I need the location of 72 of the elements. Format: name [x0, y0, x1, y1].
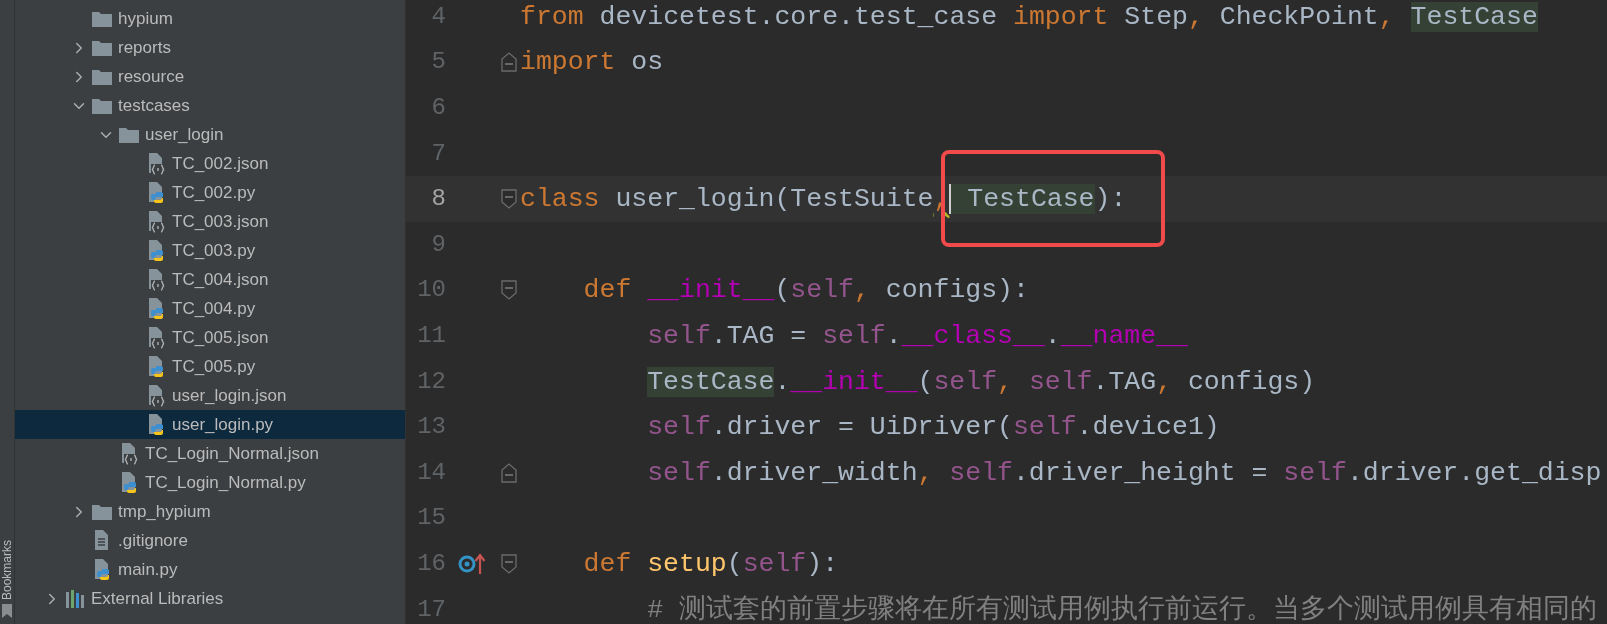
python-file-icon [146, 181, 166, 204]
json-file-icon [146, 384, 166, 407]
code-line: from devicetest.core.test_case import Step, CheckPoint, TestCase [520, 0, 1538, 34]
tree-item[interactable]: user_login.py [15, 410, 405, 439]
python-file-icon [119, 471, 139, 494]
python-file-icon [146, 413, 166, 436]
line-number: 16 [417, 549, 446, 577]
tree-item[interactable]: user_login.json [15, 381, 405, 410]
tree-item[interactable]: reports [15, 33, 405, 62]
tree-item[interactable]: main.py [15, 555, 405, 584]
line-number: 6 [431, 94, 446, 121]
code-line: import os [520, 46, 664, 80]
json-file-icon [146, 152, 166, 175]
tree-item[interactable]: TC_003.py [15, 236, 405, 265]
folder-icon [92, 503, 112, 520]
line-number: 17 [417, 595, 446, 623]
fold-marker-icon[interactable] [501, 553, 517, 574]
line-number: 11 [417, 321, 446, 349]
tree-item[interactable]: tmp_hypium [15, 497, 405, 526]
line-number: 5 [431, 48, 446, 76]
tree-item[interactable]: resource [15, 62, 405, 91]
tree-item[interactable]: .gitignore [15, 526, 405, 555]
tree-item[interactable]: External Libraries [15, 584, 405, 613]
fold-marker-icon[interactable] [501, 280, 517, 301]
line-number: 14 [417, 458, 446, 486]
tree-item[interactable]: TC_002.json [15, 149, 405, 178]
tree-item[interactable]: TC_005.json [15, 323, 405, 352]
tree-item[interactable]: TC_004.py [15, 294, 405, 323]
json-file-icon [119, 442, 139, 465]
python-file-icon [92, 558, 112, 581]
json-file-icon [146, 210, 166, 233]
code-line: self.TAG = self.__class__.__name__ [646, 319, 1188, 353]
line-number: 13 [417, 413, 446, 441]
tree-item[interactable]: TC_005.py [15, 352, 405, 381]
line-number: 15 [417, 504, 446, 532]
folder-icon [92, 97, 112, 114]
tree-item[interactable]: TC_Login_Normal.py [15, 468, 405, 497]
tree-item[interactable]: TC_003.json [15, 207, 405, 236]
line-number: 10 [417, 276, 446, 304]
folder-icon [92, 68, 112, 85]
tree-item[interactable]: TC_004.json [15, 265, 405, 294]
bookmark-icon [2, 604, 12, 618]
python-file-icon [146, 297, 166, 320]
fold-marker-icon[interactable] [501, 52, 517, 73]
tree-item[interactable]: user_login [15, 120, 405, 149]
line-number: 4 [431, 2, 446, 30]
code-line: self.driver_width, self.driver_height = self.driver.get_disp [646, 456, 1602, 490]
code-line: self.driver = UiDriver(self.device1) [646, 411, 1220, 445]
python-file-icon [146, 355, 166, 378]
folder-icon [92, 39, 112, 56]
code-line: def __init__(self, configs): [582, 274, 1029, 308]
json-file-icon [146, 268, 166, 291]
bookmarks-tab[interactable]: Bookmarks [1, 539, 13, 600]
override-marker-icon[interactable] [458, 552, 486, 575]
tree-item[interactable]: hypium [15, 4, 405, 33]
line-number: 8 [431, 185, 446, 213]
code-line: def setup(self): [582, 547, 839, 581]
library-icon [65, 589, 85, 608]
folder-icon [92, 10, 112, 27]
line-number: 7 [431, 139, 446, 167]
fold-marker-icon[interactable] [501, 462, 517, 483]
line-number: 9 [431, 230, 446, 258]
python-file-icon [146, 239, 166, 262]
tree-item[interactable]: TC_Login_Normal.json [15, 439, 405, 468]
folder-icon [119, 126, 139, 143]
tree-item[interactable]: testcases [15, 91, 405, 120]
code-line: TestCase.__init__(self, self.TAG, configs) [646, 365, 1316, 399]
code-line: # 测试套的前置步骤将在所有测试用例执行前运行。当多个测试用例具有相同的 [646, 593, 1597, 624]
line-number: 12 [417, 367, 446, 395]
tree-item[interactable]: TC_002.py [15, 178, 405, 207]
json-file-icon [146, 326, 166, 349]
fold-marker-icon[interactable] [501, 189, 517, 210]
